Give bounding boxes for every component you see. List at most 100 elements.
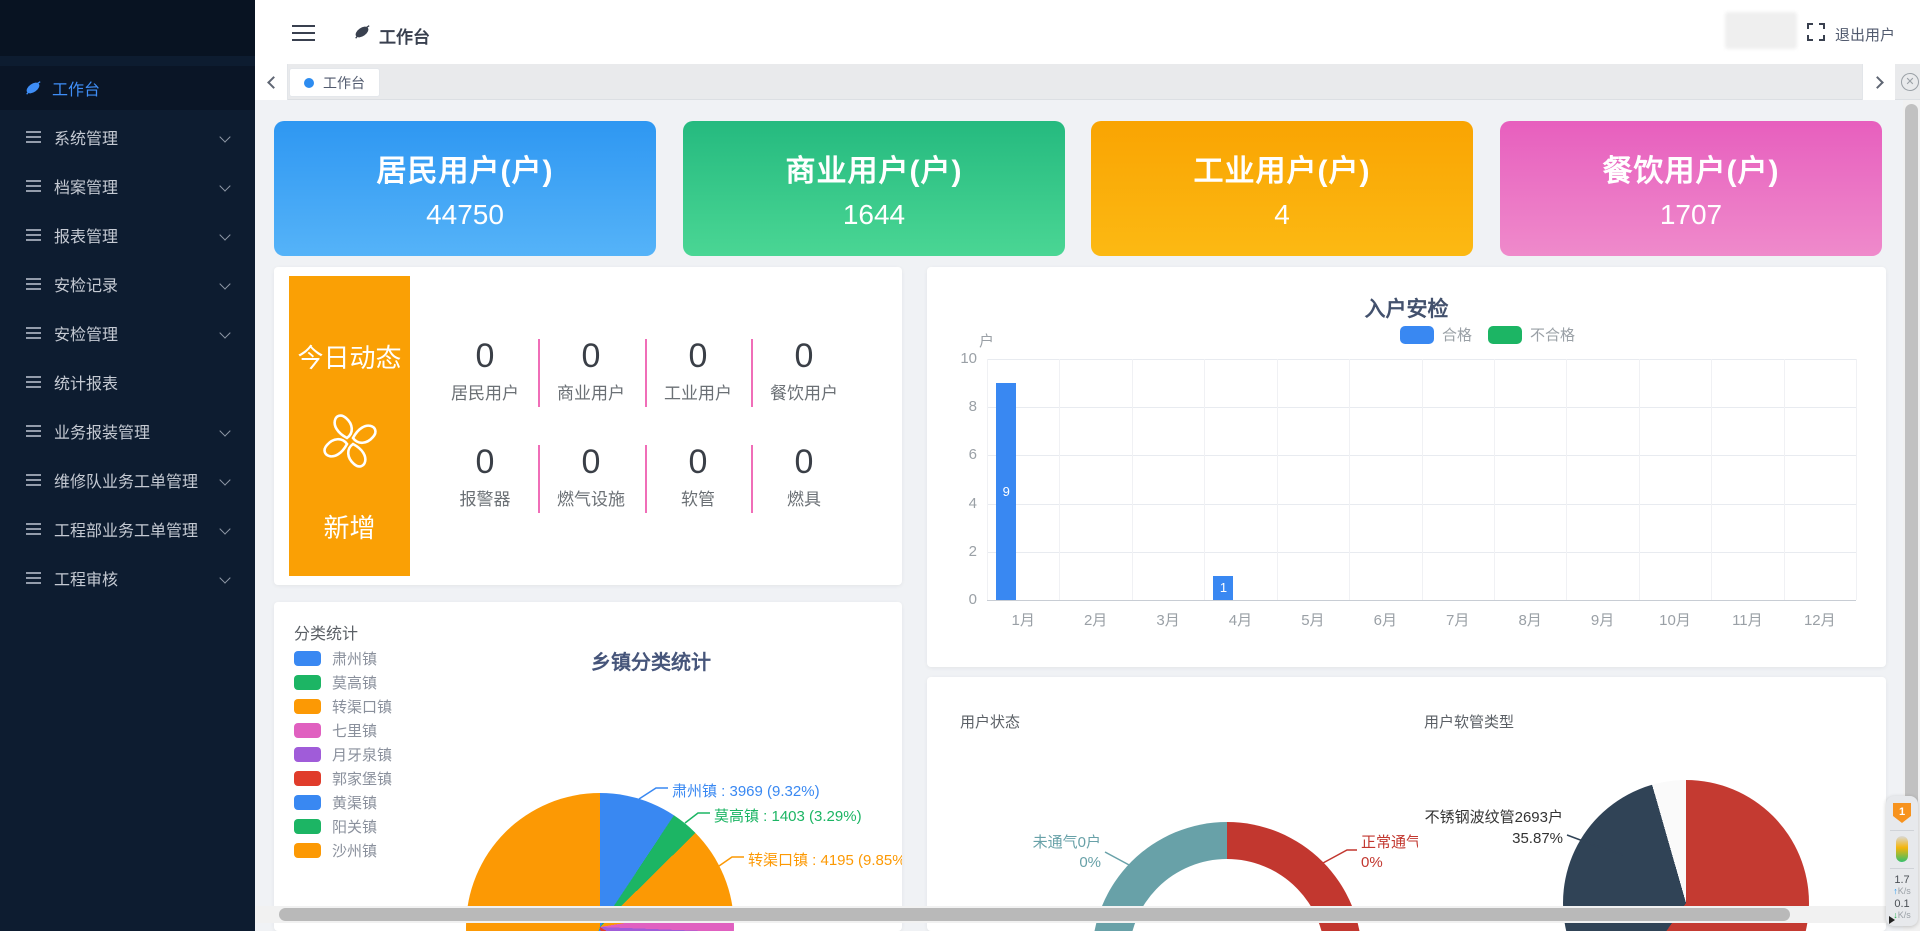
sidebar-item-label: 报表管理 — [54, 223, 118, 247]
category-pie-panel: 分类统计 肃州镇莫高镇转渠口镇七里镇月牙泉镇郭家堡镇黄渠镇阳关镇沙州镇 乡镇分类… — [274, 602, 902, 931]
y-axis-unit: 户 — [979, 330, 994, 351]
today-accent-box: 今日动态 新增 — [289, 276, 410, 576]
today-stat-label: 餐饮用户 — [751, 379, 857, 404]
today-stat-label: 商业用户 — [538, 379, 644, 404]
pie-legend-item-月牙泉镇[interactable]: 月牙泉镇 — [294, 744, 392, 764]
legend-label: 阳关镇 — [332, 816, 377, 837]
legend-swatch — [294, 795, 321, 810]
pie-legend-item-黄渠镇[interactable]: 黄渠镇 — [294, 792, 377, 812]
x-axis-line — [987, 600, 1856, 601]
pie-legend-item-莫高镇[interactable]: 莫高镇 — [294, 672, 377, 692]
capsule-gauge-icon — [1896, 836, 1908, 862]
tabs-scroll-left-button[interactable] — [255, 64, 288, 100]
pie-chart-title: 乡镇分类统计 — [274, 646, 902, 675]
x-axis-label: 12月 — [1784, 609, 1856, 630]
chevron-down-icon — [219, 425, 230, 436]
workbench-leaf-icon — [24, 79, 42, 97]
chevron-down-icon — [219, 474, 230, 485]
pie-legend-item-转渠口镇[interactable]: 转渠口镇 — [294, 696, 392, 716]
sidebar-item-label: 统计报表 — [54, 370, 118, 394]
pie-legend-item-七里镇[interactable]: 七里镇 — [294, 720, 377, 740]
stat-card-value: 1707 — [1500, 199, 1882, 231]
today-stat-value: 0 — [538, 337, 644, 376]
y-axis-tick: 0 — [939, 591, 977, 608]
grid-line — [1422, 359, 1423, 600]
sidebar-item-label: 工作台 — [52, 76, 100, 100]
sidebar-item-10[interactable]: 工程部业务工单管理 — [0, 509, 255, 549]
sidebar-item-label: 安检记录 — [54, 272, 118, 296]
sidebar-item-label: 业务报装管理 — [54, 419, 150, 443]
download-speed-value: 0.1 — [1886, 898, 1918, 910]
username-area[interactable] — [1725, 12, 1797, 49]
sidebar-item-2[interactable]: 系统管理 — [0, 117, 255, 157]
y-axis-tick: 10 — [939, 350, 977, 367]
x-axis-label: 4月 — [1204, 609, 1276, 630]
menu-bars-icon — [26, 180, 41, 192]
x-axis-label: 9月 — [1566, 609, 1638, 630]
pie-slice-label-肃州镇: 肃州镇 : 3969 (9.32%) — [672, 780, 820, 801]
horizontal-scrollbar-thumb[interactable] — [279, 908, 1790, 921]
pie-slice-label: 不锈钢波纹管2693户 35.87% — [1383, 807, 1563, 849]
fullscreen-icon[interactable] — [1807, 23, 1825, 46]
pie-legend-item-郭家堡镇[interactable]: 郭家堡镇 — [294, 768, 392, 788]
sidebar-item-1[interactable]: 工作台 — [0, 66, 255, 110]
sidebar-item-6[interactable]: 安检管理 — [0, 313, 255, 353]
sidebar-item-8[interactable]: 业务报装管理 — [0, 411, 255, 451]
chevron-down-icon — [219, 278, 230, 289]
pie-slice-label-转渠口镇: 转渠口镇 : 4195 (9.85%) — [748, 849, 902, 870]
legend-label: 转渠口镇 — [332, 696, 392, 717]
today-stat-value: 0 — [432, 443, 538, 482]
legend-label: 月牙泉镇 — [332, 744, 392, 765]
tabs-scroll-right-button[interactable] — [1862, 64, 1895, 100]
hamburger-menu-icon[interactable] — [292, 25, 315, 41]
pie-legend-item-沙州镇[interactable]: 沙州镇 — [294, 840, 377, 860]
y-axis-tick: 2 — [939, 543, 977, 560]
tab-label: 工作台 — [323, 73, 365, 93]
x-axis-label: 5月 — [1277, 609, 1349, 630]
chevron-down-icon — [219, 327, 230, 338]
widget-collapse-arrow-icon[interactable] — [1889, 916, 1895, 924]
chevron-down-icon — [219, 523, 230, 534]
sidebar-item-4[interactable]: 报表管理 — [0, 215, 255, 255]
hose-type-title: 用户软管类型 — [1424, 711, 1514, 732]
sidebar-item-label: 系统管理 — [54, 125, 118, 149]
active-tab-dot-icon — [304, 78, 314, 88]
pie-slice-label-莫高镇: 莫高镇 : 1403 (3.29%) — [714, 805, 862, 826]
bar-合格-1月: 9 — [996, 383, 1016, 600]
stat-card-4: 餐饮用户(户)1707 — [1500, 121, 1882, 256]
legend-item-不合格[interactable]: 不合格 — [1488, 324, 1575, 345]
chevron-down-icon — [219, 572, 230, 583]
sidebar-item-label: 安检管理 — [54, 321, 118, 345]
chevron-down-icon — [219, 180, 230, 191]
legend-swatch — [294, 675, 321, 690]
today-stat-value: 0 — [538, 443, 644, 482]
sidebar-item-7[interactable]: 统计报表 — [0, 362, 255, 402]
pie-legend-item-阳关镇[interactable]: 阳关镇 — [294, 816, 377, 836]
stat-card-1: 居民用户(户)44750 — [274, 121, 656, 256]
sidebar-item-5[interactable]: 安检记录 — [0, 264, 255, 304]
today-stat-label: 燃气设施 — [538, 485, 644, 510]
stat-card-title: 工业用户(户) — [1091, 146, 1473, 190]
stat-card-title: 居民用户(户) — [274, 146, 656, 190]
sidebar-item-11[interactable]: 工程审核 — [0, 558, 255, 598]
widget-divider — [1890, 830, 1914, 831]
net-speed-widget[interactable]: 1 1.7 ↑K/s 0.1 ↓K/s — [1886, 796, 1918, 926]
header-bar: 工作台 退出用户 — [255, 0, 1920, 64]
today-stat-value: 0 — [645, 337, 751, 376]
widget-divider — [1890, 868, 1914, 869]
logout-button[interactable]: 退出用户 — [1835, 24, 1895, 45]
x-axis-label: 8月 — [1494, 609, 1566, 630]
close-tabs-icon[interactable]: ✕ — [1901, 73, 1919, 91]
legend-item-合格[interactable]: 合格 — [1400, 324, 1472, 345]
sidebar-item-9[interactable]: 维修队业务工单管理 — [0, 460, 255, 500]
x-axis-label: 3月 — [1132, 609, 1204, 630]
upload-speed-value: 1.7 — [1886, 874, 1918, 886]
tab-workbench[interactable]: 工作台 — [289, 68, 380, 97]
segment-pct: 0% — [1361, 853, 1418, 873]
grid-line — [1132, 359, 1133, 600]
x-axis-label: 1月 — [987, 609, 1059, 630]
bar-合格-4月: 1 — [1213, 576, 1233, 600]
menu-bars-icon — [26, 523, 41, 535]
vertical-scrollbar-thumb[interactable] — [1905, 104, 1918, 874]
sidebar-item-3[interactable]: 档案管理 — [0, 166, 255, 206]
